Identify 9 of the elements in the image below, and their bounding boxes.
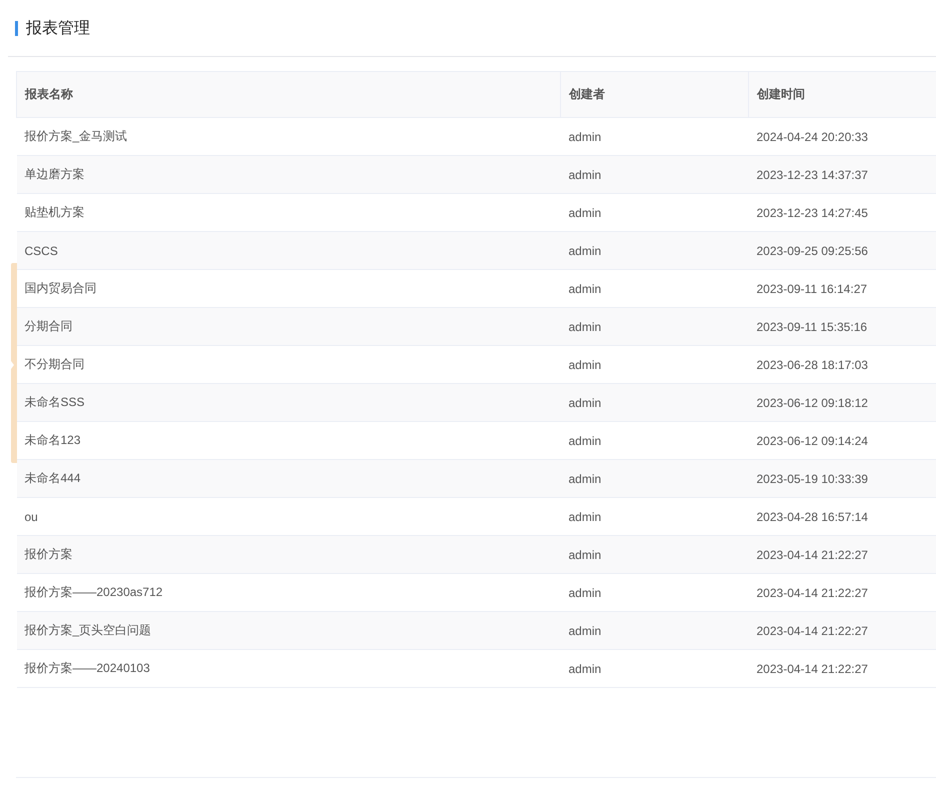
table-cell: admin (560, 650, 748, 688)
table-cell: 报价方案——20240103 (16, 650, 560, 688)
column-header: 创建时间 (748, 72, 936, 118)
column-header: 创建者 (560, 72, 748, 118)
title-accent (15, 20, 18, 36)
table-cell: 2023-04-14 21:22:27 (748, 650, 936, 688)
side-handle[interactable] (11, 263, 17, 463)
page-title: 报表管理 (26, 18, 90, 38)
column-header: 报表名称 (16, 72, 560, 118)
